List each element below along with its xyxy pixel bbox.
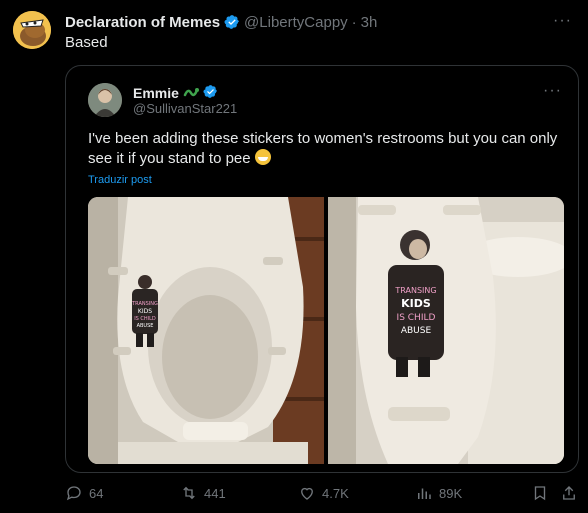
translate-link[interactable]: Traduzir post <box>88 174 152 186</box>
repost-button[interactable]: 441 <box>180 484 226 502</box>
sticker-text-line: ABUSE <box>401 326 432 336</box>
verified-badge-icon[interactable] <box>224 14 240 30</box>
reply-icon <box>66 486 81 501</box>
photo-right[interactable]: TRANSING KIDS IS CHILD ABUSE <box>328 197 564 464</box>
photo-left[interactable]: TRANSING KIDS IS CHILD ABUSE <box>88 197 324 464</box>
action-bar: 64 441 4.7K 89K <box>0 484 588 506</box>
quote-author-name[interactable]: Emmie <box>133 85 179 101</box>
sticker-text-line: TRANSING <box>131 301 158 307</box>
repost-count: 441 <box>204 485 226 501</box>
like-button[interactable]: 4.7K <box>298 484 349 502</box>
reply-count: 64 <box>89 485 104 501</box>
author-handle[interactable]: @LibertyCappy <box>244 14 348 31</box>
sticker-text-line: ABUSE <box>137 323 154 329</box>
bookmark-button[interactable] <box>531 484 549 502</box>
timestamp[interactable]: 3h <box>361 14 378 31</box>
quote-author-row: Emmie <box>133 84 218 102</box>
snake-emoji-icon <box>183 85 199 101</box>
quote-author-handle[interactable]: @SullivanStar221 <box>133 101 237 116</box>
sticker-text-line: IS CHILD <box>397 313 436 323</box>
sticker-text-line: TRANSING <box>394 286 436 295</box>
share-button[interactable] <box>560 484 578 502</box>
views-button[interactable]: 89K <box>415 484 462 502</box>
author-name[interactable]: Declaration of Memes <box>65 14 220 31</box>
quote-text: I've been adding these stickers to women… <box>88 129 558 169</box>
like-icon <box>301 487 313 500</box>
author-avatar[interactable] <box>13 11 51 49</box>
sticker-text-line: IS CHILD <box>134 316 156 322</box>
sticker-text-line: KIDS <box>138 308 152 315</box>
sticker-text-line: KIDS <box>401 297 431 310</box>
verified-badge-icon[interactable] <box>203 84 218 102</box>
quoted-tweet[interactable]: Emmie @SullivanStar221 ··· I've been add… <box>65 65 579 473</box>
views-icon <box>418 488 431 499</box>
quote-text-body: I've been adding these stickers to women… <box>88 130 558 167</box>
reply-button[interactable]: 64 <box>65 484 103 502</box>
bookmark-icon <box>534 486 546 501</box>
separator-dot: · <box>351 13 357 31</box>
share-icon <box>563 486 575 500</box>
tweet-header: Declaration of Memes @LibertyCappy · 3h <box>65 12 377 32</box>
repost-icon <box>183 486 195 500</box>
views-count: 89K <box>439 485 463 501</box>
tweet-text: Based <box>65 34 108 51</box>
more-icon[interactable]: ··· <box>543 82 562 100</box>
more-icon[interactable]: ··· <box>553 12 572 30</box>
quote-author-avatar[interactable] <box>88 83 122 117</box>
like-count: 4.7K <box>322 485 349 501</box>
grinning-emoji-icon <box>254 149 271 165</box>
